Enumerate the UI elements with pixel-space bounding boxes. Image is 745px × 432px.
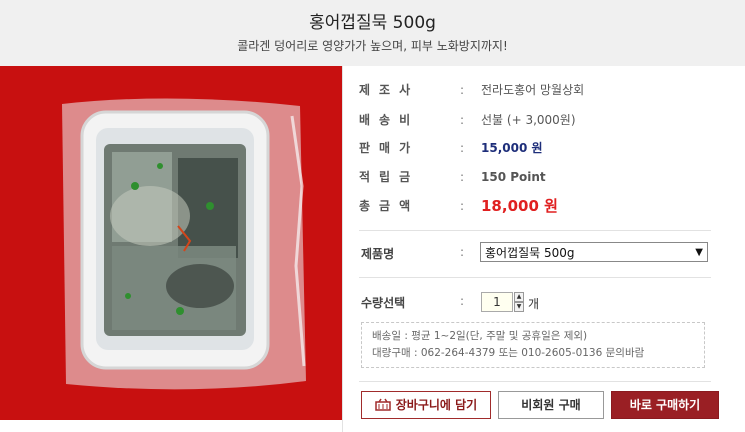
points-label: 적립금 — [359, 170, 420, 184]
quantity-up-arrow-icon[interactable]: ▲ — [514, 292, 524, 302]
price-label: 판매가 — [359, 141, 420, 155]
divider — [359, 230, 711, 231]
quantity-unit: 개 — [528, 297, 540, 311]
colon: : — [460, 141, 465, 155]
colon: : — [460, 199, 465, 213]
total-label: 총금액 — [359, 199, 420, 213]
add-to-cart-button[interactable]: 장바구니에 담기 — [361, 391, 491, 419]
buy-now-button[interactable]: 바로 구매하기 — [611, 391, 719, 419]
colon: : — [460, 83, 465, 97]
divider — [359, 277, 711, 278]
manufacturer-value: 전라도홍어 망월상회 — [481, 83, 585, 97]
product-header: 홍어껍질묵 500g 콜라겐 덩어리로 영양가가 높으며, 피부 노화방지까지! — [0, 0, 745, 66]
notice-bulk-order: 대량구매 : 062-264-4379 또는 010-2605-0136 문의바… — [372, 347, 645, 359]
shipping-label: 배송비 — [359, 113, 420, 127]
cart-icon — [375, 398, 391, 411]
chevron-down-icon: ▼ — [695, 247, 703, 258]
price-value: 15,000 원 — [481, 141, 543, 155]
notice-delivery: 배송일 : 평균 1~2일(단, 주말 및 공휴일은 제외) — [372, 330, 588, 342]
quantity-label: 수량선택 — [361, 296, 406, 310]
product-photo-svg — [0, 66, 342, 420]
colon: : — [460, 294, 465, 308]
product-option-selected: 홍어껍질묵 500g — [485, 246, 575, 260]
add-to-cart-label: 장바구니에 담기 — [395, 398, 478, 412]
total-value: 18,000 원 — [481, 197, 558, 215]
colon: : — [460, 245, 465, 259]
product-image — [0, 66, 342, 420]
quantity-input[interactable]: 1 — [481, 292, 513, 312]
shipping-value: 선불 (+ 3,000원) — [481, 113, 576, 127]
divider — [359, 381, 711, 382]
quantity-down-arrow-icon[interactable]: ▼ — [514, 302, 524, 312]
colon: : — [460, 113, 465, 127]
product-title: 홍어껍질묵 500g — [309, 13, 436, 33]
colon: : — [460, 170, 465, 184]
option-label: 제품명 — [361, 247, 395, 261]
guest-purchase-button[interactable]: 비회원 구매 — [498, 391, 604, 419]
product-subtitle: 콜라겐 덩어리로 영양가가 높으며, 피부 노화방지까지! — [237, 39, 508, 53]
manufacturer-label: 제조사 — [359, 83, 420, 97]
product-option-select[interactable]: 홍어껍질묵 500g ▼ — [480, 242, 708, 262]
delivery-notice: 배송일 : 평균 1~2일(단, 주말 및 공휴일은 제외) 대량구매 : 06… — [361, 322, 705, 368]
points-value: 150 Point — [481, 170, 546, 184]
column-divider — [342, 66, 343, 432]
